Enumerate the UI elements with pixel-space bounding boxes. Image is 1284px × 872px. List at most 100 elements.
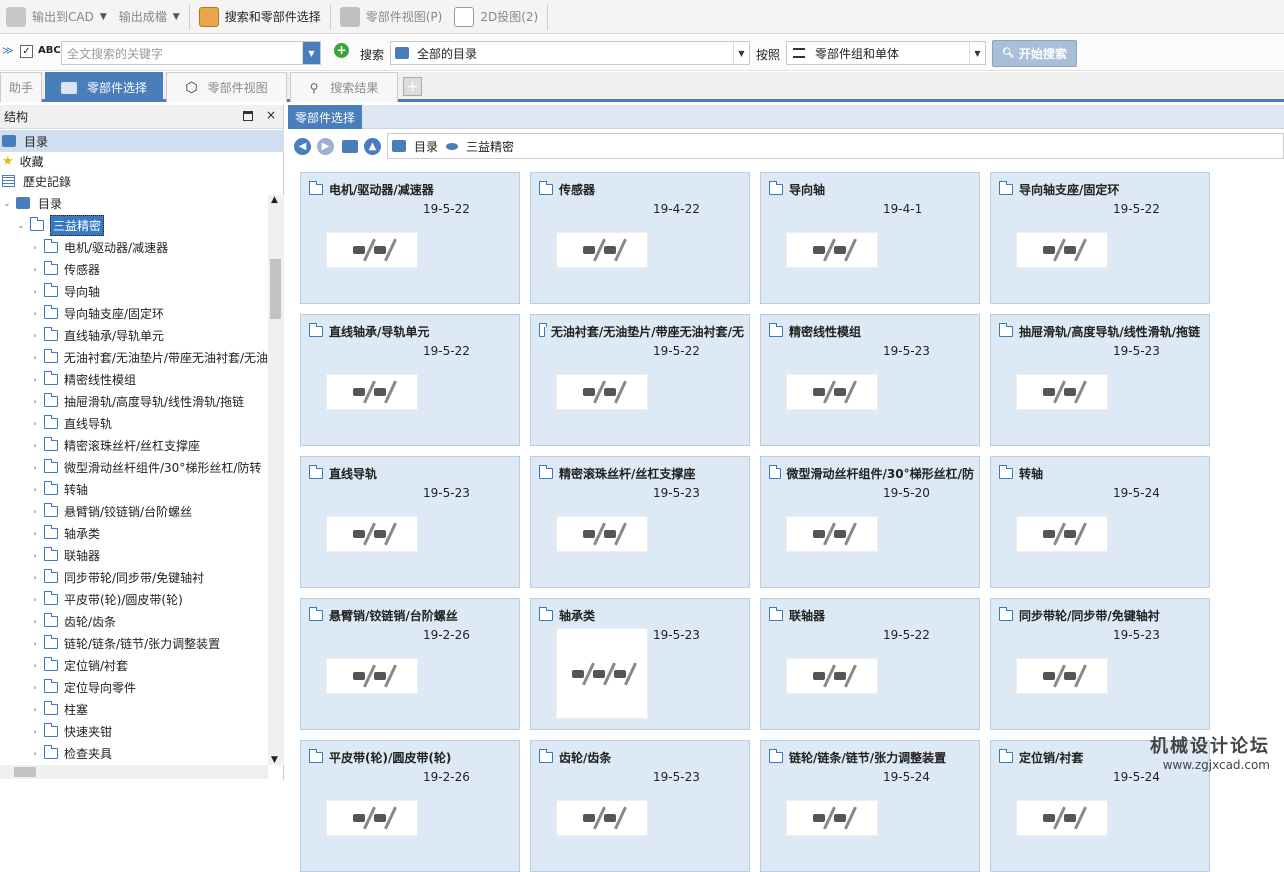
category-card[interactable]: 联轴器 19-5-22 — [760, 598, 980, 730]
chevron-right-icon[interactable]: › — [30, 683, 40, 692]
tab-part-selection[interactable]: 零部件选择 — [45, 72, 163, 102]
export-doc-button[interactable]: 输出成檔 ▼ — [113, 3, 186, 31]
chevron-right-icon[interactable]: › — [30, 243, 40, 252]
chevron-right-icon[interactable]: › — [30, 485, 40, 494]
chevron-right-icon[interactable]: › — [30, 705, 40, 714]
tree-item-favorites[interactable]: ★ 收藏 — [0, 150, 44, 172]
chevron-right-icon[interactable]: › — [30, 287, 40, 296]
tree-item[interactable]: › 轴承类 — [0, 522, 268, 544]
collapse-icon[interactable]: ≫ — [2, 44, 14, 57]
horizontal-scrollbar[interactable] — [0, 765, 268, 779]
tree-item[interactable]: › 定位导向零件 — [0, 676, 268, 698]
category-card[interactable]: 直线导轨 19-5-23 — [300, 456, 520, 588]
breadcrumb-item[interactable]: 目录 — [414, 138, 438, 155]
tree-item[interactable]: › 联轴器 — [0, 544, 268, 566]
category-card[interactable]: 转轴 19-5-24 — [990, 456, 1210, 588]
tree-item[interactable]: › 微型滑动丝杆组件/30°梯形丝杠/防转 — [0, 456, 268, 478]
back-icon[interactable]: ◀ — [294, 137, 311, 155]
chevron-right-icon[interactable]: › — [30, 749, 40, 758]
vertical-scrollbar[interactable]: ▲ ▼ — [268, 195, 284, 765]
tab-assistant[interactable]: 助手 — [0, 72, 42, 102]
tree-item-catalog-top[interactable]: 目录 — [0, 130, 284, 152]
category-card[interactable]: 抽屉滑轨/高度导轨/线性滑轨/拖链 19-5-23 — [990, 314, 1210, 446]
category-card[interactable]: 导向轴支座/固定环 19-5-22 — [990, 172, 1210, 304]
tree-item[interactable]: › 柱塞 — [0, 698, 268, 720]
export-cad-button[interactable]: 输出到CAD ▼ — [0, 3, 113, 31]
chevron-down-icon[interactable]: ▼ — [302, 42, 320, 64]
chevron-right-icon[interactable]: › — [30, 397, 40, 406]
tree-item[interactable]: › 转轴 — [0, 478, 268, 500]
tab-part-view[interactable]: ⬡ 零部件视图 — [166, 72, 287, 102]
tree-item[interactable]: › 精密滚珠丝杆/丝杠支撑座 — [0, 434, 268, 456]
close-icon[interactable]: × — [266, 108, 276, 122]
tree-item[interactable]: › 同步带轮/同步带/免键轴衬 — [0, 566, 268, 588]
chevron-down-icon[interactable]: ▼ — [173, 12, 180, 22]
chevron-right-icon[interactable]: › — [30, 573, 40, 582]
start-search-button[interactable]: 🔍︎ 开始搜索 — [992, 40, 1077, 67]
scrollbar-thumb[interactable] — [14, 767, 36, 777]
category-card[interactable]: 齿轮/齿条 19-5-23 — [530, 740, 750, 872]
chevron-down-icon[interactable]: ⌄ — [16, 221, 26, 230]
chevron-right-icon[interactable]: › — [30, 595, 40, 604]
chevron-right-icon[interactable]: › — [30, 463, 40, 472]
category-card[interactable]: 直线轴承/导轨单元 19-5-22 — [300, 314, 520, 446]
category-card[interactable]: 导向轴 19-4-1 — [760, 172, 980, 304]
tree-item[interactable]: › 导向轴支座/固定环 — [0, 302, 268, 324]
tree-item[interactable]: › 抽屉滑轨/高度导轨/线性滑轨/拖链 — [0, 390, 268, 412]
tab-search-results[interactable]: ⚲ 搜索结果 — [290, 72, 398, 102]
tree-item[interactable]: › 精密线性模组 — [0, 368, 268, 390]
tree-item[interactable]: › 检查夹具 — [0, 742, 268, 764]
chevron-right-icon[interactable]: › — [30, 375, 40, 384]
fulltext-search-input[interactable]: 全文搜索的关键字 ▼ — [61, 41, 321, 65]
tree-item[interactable]: › 快速夹钳 — [0, 720, 268, 742]
category-card[interactable]: 平皮带(轮)/圆皮带(轮) 19-2-26 — [300, 740, 520, 872]
category-card[interactable]: 微型滑动丝杆组件/30°梯形丝杠/防 19-5-20 — [760, 456, 980, 588]
chevron-down-icon[interactable]: ⌄ — [2, 199, 12, 208]
category-card[interactable]: 电机/驱动器/减速器 19-5-22 — [300, 172, 520, 304]
tree-item[interactable]: › 直线导轨 — [0, 412, 268, 434]
tree-item[interactable]: › 传感器 — [0, 258, 268, 280]
tree-item[interactable]: › 直线轴承/导轨单元 — [0, 324, 268, 346]
search-select-button[interactable]: 搜索和零部件选择 — [193, 3, 327, 31]
up-icon[interactable]: ▲ — [364, 137, 381, 155]
tree-item[interactable]: › 导向轴 — [0, 280, 268, 302]
scroll-up-icon[interactable]: ▲ — [271, 195, 278, 205]
catalog-select[interactable]: 全部的目录 ▼ — [390, 41, 750, 65]
scrollbar-thumb[interactable] — [270, 259, 281, 319]
chevron-right-icon[interactable]: › — [30, 331, 40, 340]
add-tab-button[interactable]: + — [403, 77, 422, 96]
chevron-right-icon[interactable]: › — [30, 617, 40, 626]
tree-item[interactable]: › 定位销/衬套 — [0, 654, 268, 676]
chevron-right-icon[interactable]: › — [30, 419, 40, 428]
category-card[interactable]: 同步带轮/同步带/免键轴衬 19-5-23 — [990, 598, 1210, 730]
view-2d-button[interactable]: 2D投图(2) — [448, 3, 544, 31]
chevron-down-icon[interactable]: ▼ — [733, 42, 749, 64]
chevron-right-icon[interactable]: › — [30, 441, 40, 450]
tree-item-history[interactable]: 歷史記錄 — [0, 170, 71, 192]
scroll-down-icon[interactable]: ▼ — [271, 755, 278, 765]
tree-item[interactable]: › 电机/驱动器/减速器 — [0, 236, 268, 258]
tree-item[interactable]: › 齿轮/齿条 — [0, 610, 268, 632]
chevron-down-icon[interactable]: ▼ — [969, 42, 985, 64]
category-card[interactable]: 无油衬套/无油垫片/带座无油衬套/无 19-5-22 — [530, 314, 750, 446]
add-icon[interactable]: + — [334, 43, 349, 58]
chevron-right-icon[interactable]: › — [30, 309, 40, 318]
part-view-button[interactable]: 零部件视图(P) — [334, 3, 449, 31]
chevron-right-icon[interactable]: › — [30, 265, 40, 274]
maximize-icon[interactable] — [243, 111, 253, 121]
chevron-right-icon[interactable]: › — [30, 727, 40, 736]
abc-checkbox[interactable]: ✓ — [20, 45, 33, 58]
chevron-right-icon[interactable]: › — [30, 639, 40, 648]
tree-item[interactable]: › 平皮带(轮)/圆皮带(轮) — [0, 588, 268, 610]
tree-item-root[interactable]: ⌄ 三益精密 — [0, 214, 105, 236]
chevron-right-icon[interactable]: › — [30, 529, 40, 538]
tree-item[interactable]: › 无油衬套/无油垫片/带座无油衬套/无油 — [0, 346, 268, 368]
forward-icon[interactable]: ▶ — [317, 137, 334, 155]
tree-item[interactable]: › 链轮/链条/链节/张力调整装置 — [0, 632, 268, 654]
tree-item[interactable]: › 悬臂销/铰链销/台阶螺丝 — [0, 500, 268, 522]
chevron-right-icon[interactable]: › — [30, 661, 40, 670]
chevron-down-icon[interactable]: ▼ — [100, 12, 107, 22]
category-card[interactable]: 轴承类 19-5-23 — [530, 598, 750, 730]
breadcrumb-item[interactable]: 三益精密 — [466, 138, 514, 155]
panel-tab[interactable]: 零部件选择 — [288, 105, 362, 129]
